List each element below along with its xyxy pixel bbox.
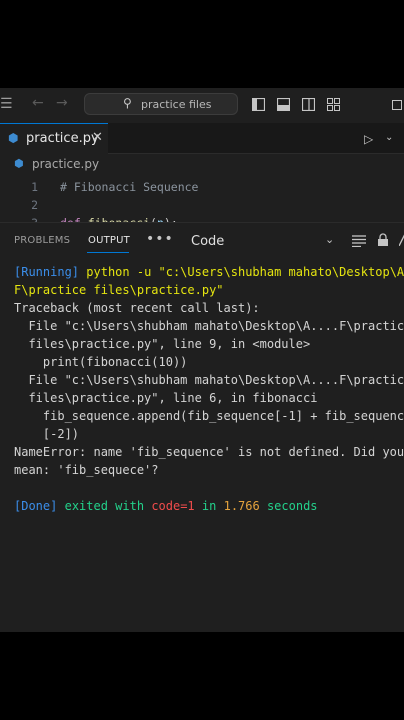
output-line: File "c:\Users\shubham mahato\Desktop\A.… — [14, 319, 404, 333]
filter-lines-icon[interactable] — [352, 235, 366, 247]
search-icon: ⚲ — [123, 96, 132, 110]
active-tab-indicator — [87, 252, 129, 253]
python-file-icon: ⬢ — [8, 131, 19, 145]
output-line: [Done] exited with code=1 in 1.766 secon… — [14, 497, 404, 515]
output-line: [Running] python -u "c:\Users\shubham ma… — [14, 263, 404, 281]
output-line: Traceback (most recent call last): — [14, 301, 260, 315]
forward-arrow-icon[interactable]: → — [56, 95, 68, 111]
title-bar: ☰ ← → ⚲ practice files — [0, 88, 404, 123]
maximize-window-icon[interactable] — [392, 100, 402, 110]
seconds-word: seconds — [266, 499, 318, 513]
more-actions-icon[interactable]: ••• — [146, 231, 174, 247]
toggle-panel-icon[interactable] — [277, 98, 290, 111]
command-center-search[interactable]: ⚲ practice files — [84, 93, 238, 115]
output-line: [-2]) — [14, 427, 80, 441]
run-command: python -u "c:\Users\shubham mahato\Deskt… — [86, 265, 404, 279]
running-tag: [Running] — [14, 265, 80, 279]
run-play-icon[interactable]: ▷ — [364, 132, 373, 146]
chevron-down-icon[interactable]: ⌄ — [385, 132, 393, 143]
duration: 1.766 — [223, 499, 260, 513]
back-arrow-icon[interactable]: ← — [32, 95, 44, 111]
output-line: print(fibonacci(10)) — [14, 355, 188, 369]
close-tab-icon[interactable]: ✕ — [92, 130, 103, 145]
tab-problems[interactable]: PROBLEMS — [14, 235, 70, 246]
code-line: # Fibonacci Sequence — [60, 180, 199, 194]
output-line: mean: 'fib_sequece'? — [14, 463, 159, 477]
editor-tab-bar: ⬢ practice.py ✕ ▷ ⌄ — [0, 123, 404, 154]
customize-layout-icon[interactable] — [327, 98, 340, 111]
toggle-secondary-sidebar-icon[interactable] — [302, 98, 315, 111]
command-center-text: practice files — [141, 98, 212, 111]
output-console[interactable]: [Running] python -u "c:\Users\shubham ma… — [14, 263, 404, 632]
chevron-down-icon[interactable]: ⌄ — [325, 233, 334, 246]
output-line: files\practice.py", line 6, in fibonacci — [14, 391, 318, 405]
output-line: fib_sequence.append(fib_sequence[-1] + f… — [14, 409, 404, 423]
output-line: File "c:\Users\shubham mahato\Desktop\A.… — [14, 373, 404, 387]
breadcrumb-file[interactable]: practice.py — [32, 157, 99, 171]
exit-text: exited with — [64, 499, 145, 513]
exit-code: code=1 — [151, 499, 195, 513]
line-number: 1 — [31, 180, 38, 194]
output-line: F\practice files\practice.py" — [14, 283, 224, 297]
tab-practice-py[interactable]: ⬢ practice.py ✕ — [0, 123, 108, 154]
in-word: in — [201, 499, 217, 513]
clear-output-icon[interactable] — [399, 234, 404, 246]
output-blank-line — [14, 479, 404, 497]
vscode-window: ☰ ← → ⚲ practice files ⬢ practice.py ✕ ▷… — [0, 88, 404, 632]
toggle-primary-sidebar-icon[interactable] — [252, 98, 265, 111]
output-channel-select[interactable]: Code — [191, 234, 224, 249]
menu-icon[interactable]: ☰ — [0, 96, 13, 112]
python-file-icon: ⬢ — [14, 157, 24, 170]
tab-filename: practice.py — [26, 131, 99, 146]
line-number: 2 — [31, 198, 38, 212]
output-line: NameError: name 'fib_sequence' is not de… — [14, 445, 404, 459]
lock-icon[interactable] — [377, 233, 389, 247]
code-editor[interactable]: 1 # Fibonacci Sequence 2 3 def fibonacci… — [0, 174, 404, 222]
done-tag: [Done] — [14, 499, 58, 513]
output-line: files\practice.py", line 9, in <module> — [14, 337, 311, 351]
breadcrumb: ⬢ practice.py — [0, 154, 404, 174]
bottom-panel: PROBLEMS OUTPUT ••• Code ⌄ [Running] pyt… — [0, 222, 404, 632]
tab-output[interactable]: OUTPUT — [88, 235, 130, 246]
